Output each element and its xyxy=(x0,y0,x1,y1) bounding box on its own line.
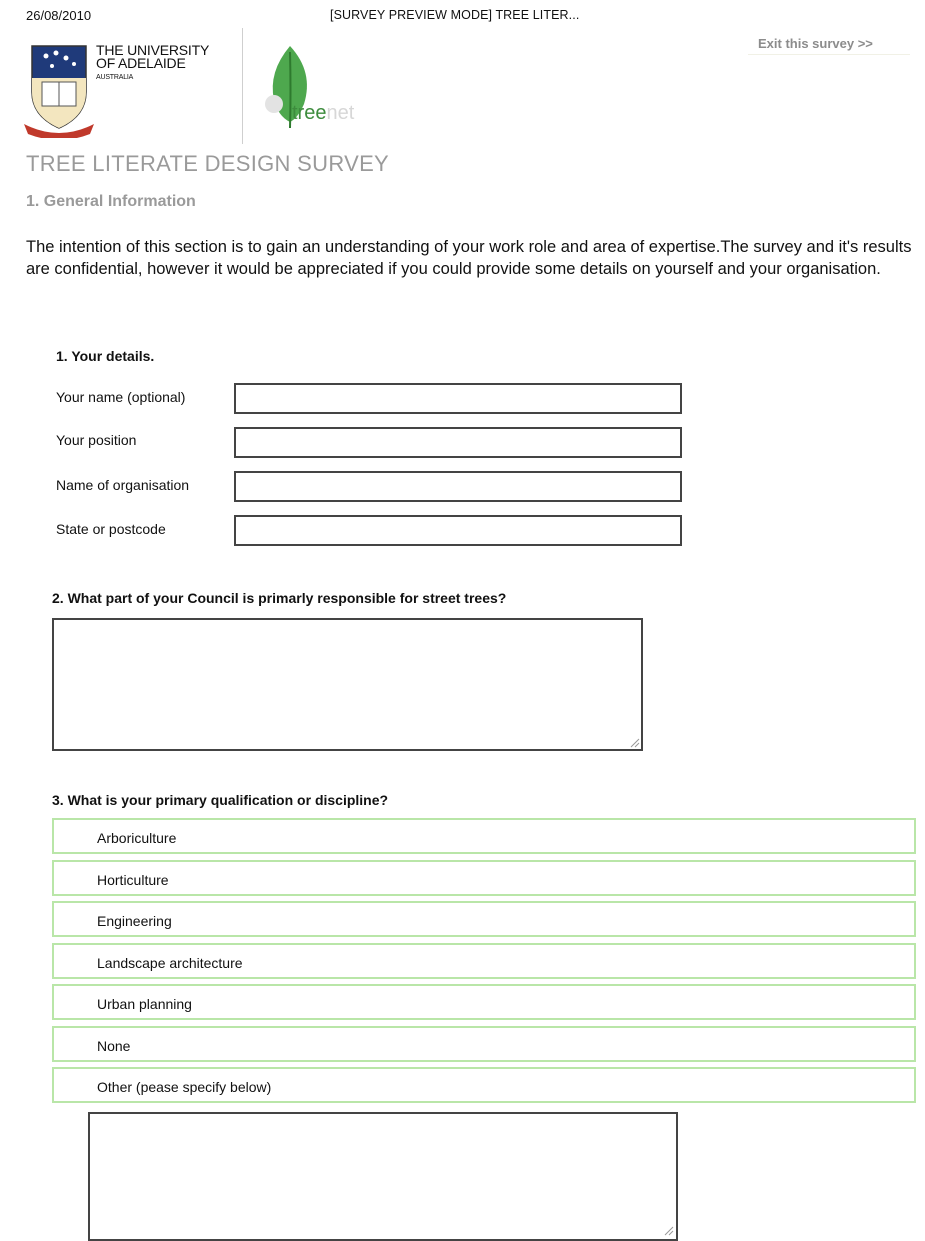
question-2-label: 2. What part of your Council is primarly… xyxy=(52,590,507,606)
logo-divider xyxy=(242,28,243,144)
postcode-field-label: State or postcode xyxy=(56,521,166,537)
option-engineering[interactable]: Engineering xyxy=(52,901,916,937)
university-line-3: AUSTRALIA xyxy=(96,74,134,81)
option-landscape-architecture[interactable]: Landscape architecture xyxy=(52,943,916,979)
resize-grip-icon[interactable] xyxy=(630,738,640,748)
university-line-2: OF ADELAIDE xyxy=(96,55,186,71)
option-label: Engineering xyxy=(97,913,172,929)
postcode-input[interactable] xyxy=(234,515,682,546)
survey-title: TREE LITERATE DESIGN SURVEY xyxy=(26,151,390,176)
header-title: [SURVEY PREVIEW MODE] TREE LITER... xyxy=(330,8,580,22)
organisation-input[interactable] xyxy=(234,471,682,502)
intro-text: The intention of this section is to gain… xyxy=(26,238,912,278)
treenet-word-net: net xyxy=(326,102,355,124)
question-1-label: 1. Your details. xyxy=(56,348,155,364)
option-label: None xyxy=(97,1038,131,1054)
name-input[interactable] xyxy=(234,383,682,414)
option-label: Landscape architecture xyxy=(97,955,243,971)
question-3-label: 3. What is your primary qualification or… xyxy=(52,792,389,808)
option-label: Other (pease specify below) xyxy=(97,1079,272,1095)
university-crest-icon xyxy=(24,45,94,138)
exit-underline xyxy=(748,54,910,55)
treenet-word-tree: tree xyxy=(292,102,327,124)
exit-survey-link[interactable]: Exit this survey >> xyxy=(758,36,873,51)
university-name: THE UNIVERSITY OF ADELAIDE AUSTRALIA xyxy=(96,43,209,84)
position-field-label: Your position xyxy=(56,432,137,448)
section-title: 1. General Information xyxy=(26,193,196,210)
organisation-field-label: Name of organisation xyxy=(56,477,190,493)
option-label: Horticulture xyxy=(97,872,169,888)
option-label: Urban planning xyxy=(97,996,192,1012)
option-other[interactable]: Other (pease specify below) xyxy=(52,1067,916,1103)
option-urban-planning[interactable]: Urban planning xyxy=(52,984,916,1020)
position-input[interactable] xyxy=(234,427,682,458)
council-responsibility-textarea[interactable] xyxy=(52,618,643,751)
other-specify-textarea[interactable] xyxy=(88,1112,678,1241)
option-horticulture[interactable]: Horticulture xyxy=(52,860,916,896)
option-label: Arboriculture xyxy=(97,830,177,846)
option-none[interactable]: None xyxy=(52,1026,916,1062)
option-arboriculture[interactable]: Arboriculture xyxy=(52,818,916,854)
name-field-label: Your name (optional) xyxy=(56,389,186,405)
resize-grip-icon[interactable] xyxy=(664,1226,674,1236)
header-date: 26/08/2010 xyxy=(26,8,92,23)
treenet-wordmark: treenet xyxy=(292,102,354,125)
